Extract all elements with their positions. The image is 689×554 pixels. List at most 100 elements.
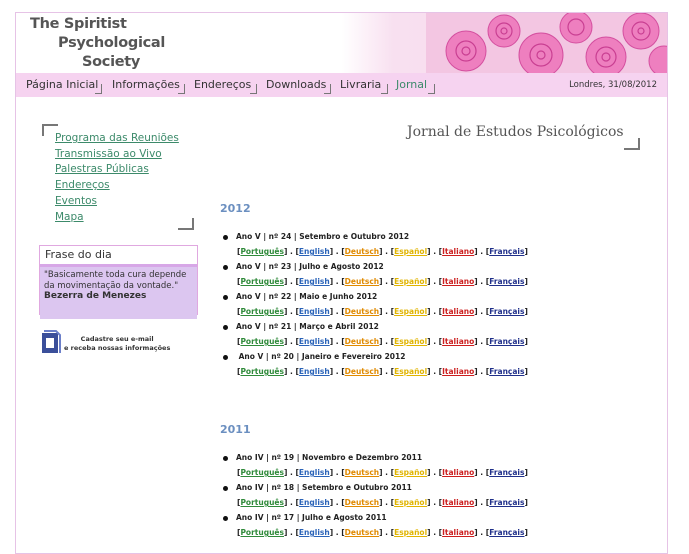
- language-link-english[interactable]: English: [299, 367, 330, 376]
- current-date: Londres, 31/08/2012: [569, 80, 657, 90]
- language-link-francais[interactable]: Français: [489, 528, 524, 537]
- language-link-english[interactable]: English: [299, 277, 330, 286]
- language-link-italiano[interactable]: Italiano: [442, 367, 474, 376]
- language-link-english[interactable]: English: [299, 307, 330, 316]
- journal-entry-title: Ano V | nº 20 | Janeiro e Fevereiro 2012: [236, 352, 406, 361]
- language-link-english[interactable]: English: [299, 337, 330, 346]
- language-link-francais[interactable]: Français: [489, 337, 524, 346]
- language-link-italiano[interactable]: Italiano: [442, 468, 474, 477]
- language-link-italiano[interactable]: Italiano: [442, 498, 474, 507]
- bullet-icon: [223, 234, 228, 240]
- bracket: ] .: [379, 367, 391, 376]
- sidebar-link-mapa[interactable]: Mapa: [55, 210, 179, 226]
- language-link-portugues[interactable]: Português: [240, 337, 284, 346]
- sidebar-link-palestras[interactable]: Palestras Públicas: [55, 162, 179, 178]
- language-link-portugues[interactable]: Português: [240, 307, 284, 316]
- nav-pagina-inicial[interactable]: Página Inicial: [26, 78, 98, 91]
- language-link-portugues[interactable]: Português: [240, 277, 284, 286]
- language-link-deutsch[interactable]: Deutsch: [345, 498, 380, 507]
- site-logo[interactable]: The Spiritist Psychological Society: [30, 15, 165, 72]
- language-link-italiano[interactable]: Italiano: [442, 337, 474, 346]
- bracket: ] .: [283, 247, 296, 256]
- language-link-deutsch[interactable]: Deutsch: [345, 528, 380, 537]
- language-link-deutsch[interactable]: Deutsch: [345, 337, 380, 346]
- bracket: ] .: [427, 337, 439, 346]
- language-link-espanol[interactable]: Español: [394, 528, 427, 537]
- bracket: ] .: [329, 367, 342, 376]
- bracket: ] .: [283, 528, 296, 537]
- language-link-italiano[interactable]: Italiano: [442, 528, 474, 537]
- language-link-francais[interactable]: Français: [489, 277, 524, 286]
- frase-body: "Basicamente toda cura depende da movime…: [40, 267, 197, 319]
- language-link-espanol[interactable]: Español: [394, 367, 427, 376]
- newsletter-signup[interactable]: Cadastre seu e-mail e receba nossas info…: [40, 330, 170, 360]
- language-link-francais[interactable]: Français: [489, 247, 524, 256]
- language-link-espanol[interactable]: Español: [394, 307, 427, 316]
- year-heading-2012: 2012: [220, 202, 251, 215]
- language-link-francais[interactable]: Français: [489, 307, 524, 316]
- bullet-icon: [223, 354, 228, 360]
- language-link-portugues[interactable]: Português: [240, 367, 284, 376]
- nav-informacoes[interactable]: Informações: [112, 78, 180, 91]
- nav-jornal[interactable]: Jornal: [396, 78, 427, 91]
- bracket: ] .: [329, 528, 342, 537]
- journal-entry: Ano IV | nº 19 | Novembro e Dezembro 201…: [223, 453, 422, 462]
- nav-enderecos[interactable]: Endereços: [194, 78, 251, 91]
- journal-entry: Ano V | nº 23 | Julho e Agosto 2012: [223, 262, 384, 271]
- language-link-deutsch[interactable]: Deutsch: [345, 247, 380, 256]
- language-link-english[interactable]: English: [299, 528, 330, 537]
- bracket: ] .: [474, 528, 486, 537]
- language-link-deutsch[interactable]: Deutsch: [345, 307, 380, 316]
- language-link-espanol[interactable]: Español: [394, 468, 427, 477]
- bracket: ] .: [283, 468, 296, 477]
- frase-title: Frase do dia: [40, 246, 197, 267]
- language-link-deutsch[interactable]: Deutsch: [345, 277, 380, 286]
- language-link-portugues[interactable]: Português: [240, 498, 284, 507]
- sidebar-link-eventos[interactable]: Eventos: [55, 194, 179, 210]
- language-link-espanol[interactable]: Español: [394, 247, 427, 256]
- language-link-francais[interactable]: Français: [489, 468, 524, 477]
- language-link-italiano[interactable]: Italiano: [442, 277, 474, 286]
- bracket: ] .: [329, 277, 342, 286]
- bracket: ]: [524, 468, 528, 477]
- bracket: ] .: [329, 247, 342, 256]
- frase-author: Bezerra de Menezes: [44, 291, 147, 301]
- language-link-italiano[interactable]: Italiano: [442, 247, 474, 256]
- language-link-portugues[interactable]: Português: [240, 528, 284, 537]
- nav-livraria[interactable]: Livraria: [340, 78, 381, 91]
- language-link-english[interactable]: English: [299, 498, 330, 507]
- language-links: [Português] . [English] . [Deutsch] . [E…: [237, 337, 528, 346]
- language-links: [Português] . [English] . [Deutsch] . [E…: [237, 367, 528, 376]
- sidebar-link-programa[interactable]: Programa das Reuniões: [55, 131, 179, 147]
- bracket: ]: [524, 528, 528, 537]
- language-link-english[interactable]: English: [299, 247, 330, 256]
- nav-downloads[interactable]: Downloads: [266, 78, 326, 91]
- bracket: ] .: [283, 337, 296, 346]
- language-link-espanol[interactable]: Español: [394, 277, 427, 286]
- logo-line-1: The Spiritist: [30, 16, 127, 32]
- language-link-portugues[interactable]: Português: [240, 247, 284, 256]
- bracket: ] .: [379, 307, 391, 316]
- language-link-francais[interactable]: Français: [489, 367, 524, 376]
- journal-entry: Ano V | nº 24 | Setembro e Outubro 2012: [223, 232, 409, 241]
- language-link-francais[interactable]: Français: [489, 498, 524, 507]
- bracket: ] .: [329, 307, 342, 316]
- title-corner-icon: [624, 138, 640, 150]
- sidebar-link-transmissao[interactable]: Transmissão ao Vivo: [55, 147, 179, 163]
- language-link-english[interactable]: English: [299, 468, 330, 477]
- language-link-deutsch[interactable]: Deutsch: [345, 367, 380, 376]
- language-link-deutsch[interactable]: Deutsch: [345, 468, 380, 477]
- bracket: ]: [524, 337, 528, 346]
- bracket: ] .: [474, 498, 486, 507]
- language-link-espanol[interactable]: Español: [394, 337, 427, 346]
- bracket: ] .: [474, 247, 486, 256]
- bracket: ] .: [329, 498, 342, 507]
- journal-entry-title: Ano V | nº 21 | Março e Abril 2012: [236, 322, 379, 331]
- bracket: ] .: [427, 307, 439, 316]
- language-link-portugues[interactable]: Português: [240, 468, 284, 477]
- language-link-espanol[interactable]: Español: [394, 498, 427, 507]
- sidebar-link-enderecos[interactable]: Endereços: [55, 178, 179, 194]
- menu-corner-bottom-icon: [178, 218, 194, 230]
- language-link-italiano[interactable]: Italiano: [442, 307, 474, 316]
- header: The Spiritist Psychological Society: [16, 13, 667, 73]
